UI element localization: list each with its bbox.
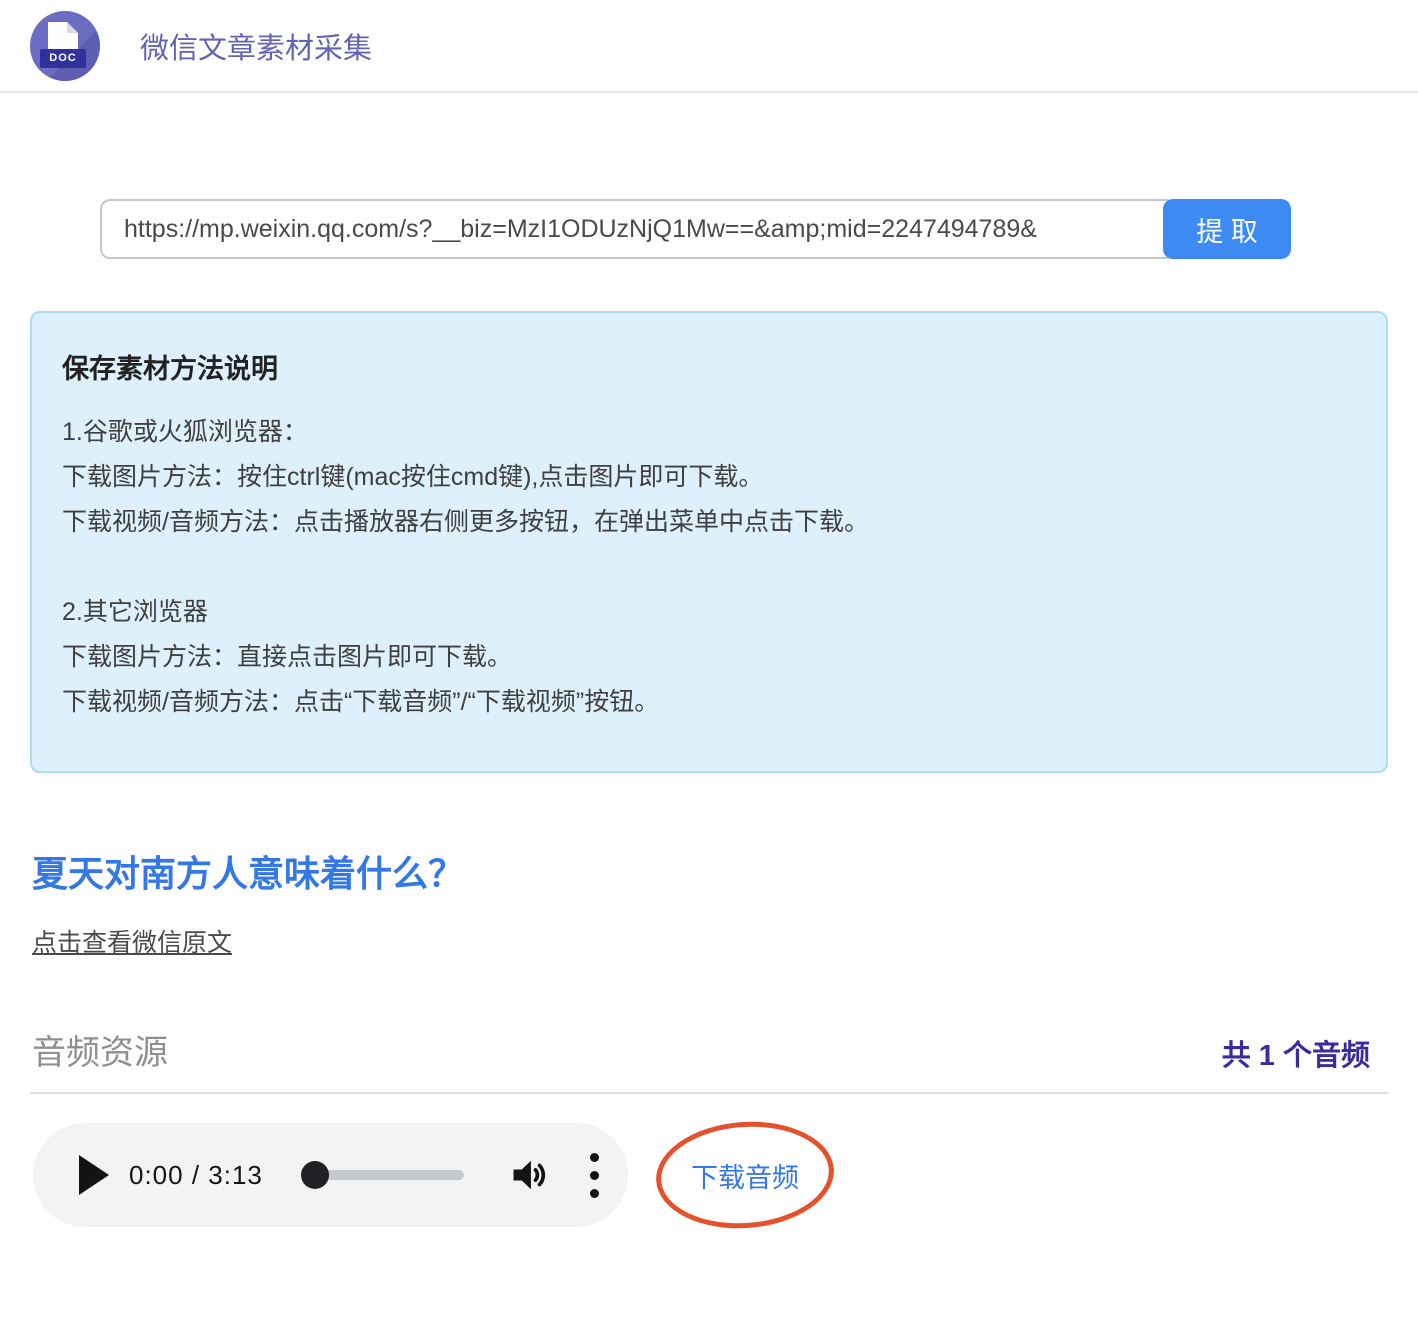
audio-player[interactable]: 0:00 / 3:13 [33, 1123, 628, 1227]
instruction-line-spacer [62, 545, 1356, 590]
app-title: 微信文章素材采集 [140, 25, 372, 67]
audio-section-header: 音频资源 共 1 个音频 [32, 1025, 1370, 1074]
url-extract-row: 提 取 [100, 199, 1418, 259]
audio-player-row: 0:00 / 3:13 下载音频 [33, 1120, 1418, 1230]
seek-slider[interactable] [301, 1161, 464, 1189]
extract-button[interactable]: 提 取 [1163, 199, 1291, 259]
doc-ribbon-label: DOC [40, 49, 86, 68]
seek-thumb[interactable] [301, 1161, 329, 1189]
app-header: DOC 微信文章素材采集 [0, 0, 1418, 93]
instruction-line: 下载图片方法：按住ctrl键(mac按住cmd键),点击图片即可下载。 [62, 455, 1356, 500]
audio-time-display: 0:00 / 3:13 [129, 1160, 263, 1191]
audio-count-badge: 共 1 个音频 [1222, 1032, 1370, 1074]
article-url-input[interactable] [100, 199, 1175, 259]
instruction-line: 1.谷歌或火狐浏览器： [62, 410, 1356, 455]
volume-icon[interactable] [508, 1153, 552, 1197]
instruction-line: 下载图片方法：直接点击图片即可下载。 [62, 635, 1356, 680]
audio-section-divider [30, 1092, 1388, 1094]
doc-file-icon: DOC [30, 11, 100, 81]
audio-section-title: 音频资源 [32, 1025, 168, 1074]
seek-track[interactable] [324, 1170, 464, 1180]
download-audio-link[interactable]: 下载音频 [691, 1156, 799, 1195]
download-audio-area: 下载音频 [656, 1120, 834, 1230]
save-instructions-box: 保存素材方法说明 1.谷歌或火狐浏览器： 下载图片方法：按住ctrl键(mac按… [30, 311, 1388, 773]
article-title-link[interactable]: 夏天对南方人意味着什么？ [32, 845, 1386, 897]
article-source-row: 点击查看微信原文 [32, 923, 1386, 959]
view-original-link[interactable]: 点击查看微信原文 [32, 929, 232, 957]
instruction-line: 下载视频/音频方法：点击“下载音频”/“下载视频”按钮。 [62, 680, 1356, 725]
instruction-line: 2.其它浏览器 [62, 590, 1356, 635]
more-options-icon[interactable] [584, 1147, 605, 1204]
instructions-title: 保存素材方法说明 [62, 347, 1356, 386]
instruction-line: 下载视频/音频方法：点击播放器右侧更多按钮，在弹出菜单中点击下载。 [62, 500, 1356, 545]
play-icon[interactable] [79, 1155, 109, 1195]
